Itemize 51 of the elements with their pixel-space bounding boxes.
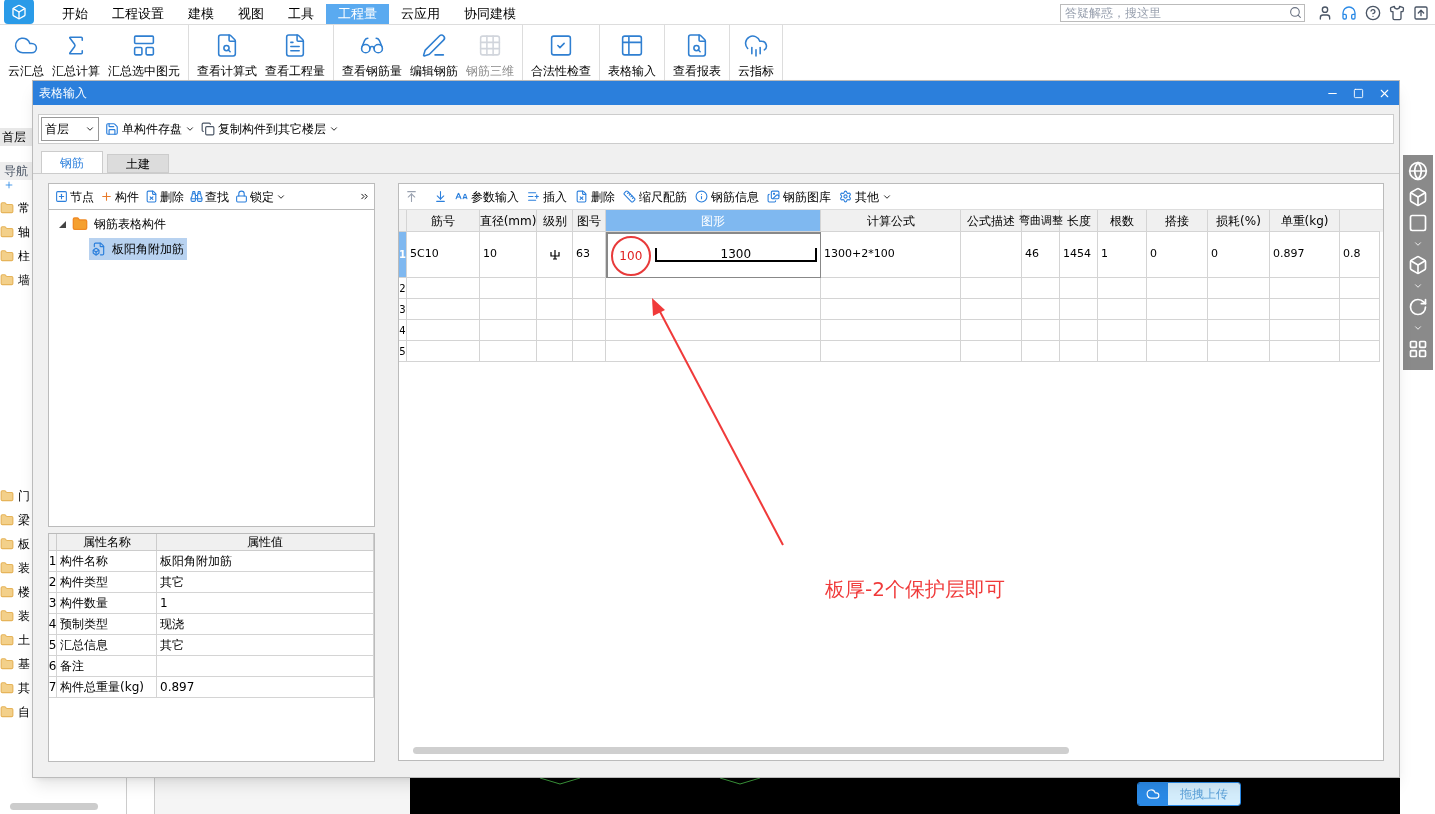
- table-cell: 构件数量: [57, 593, 157, 614]
- row-number: 3: [399, 299, 407, 320]
- table-cell: 1: [157, 593, 374, 614]
- column-header: 图形: [606, 210, 821, 232]
- table-cell: 46: [1022, 232, 1060, 278]
- column-header: 筋号: [407, 210, 480, 232]
- table-cell: 10: [480, 232, 537, 278]
- row-number: 3: [49, 593, 57, 614]
- column-header: 搭接: [1147, 210, 1208, 232]
- annotation-text: 板厚-2个保护层即可: [825, 576, 1005, 603]
- table-cell: 其它: [157, 635, 374, 656]
- table-cell: 0: [1208, 232, 1270, 278]
- row-number: 2: [49, 572, 57, 593]
- table-cell: 现浇: [157, 614, 374, 635]
- row-number: 6: [49, 656, 57, 677]
- table-cell: 汇总信息: [57, 635, 157, 656]
- table-cell: 5C10: [407, 232, 480, 278]
- row-number: 2: [399, 278, 407, 299]
- row-number: 5: [399, 341, 407, 362]
- table-cell: 板阳角附加筋: [157, 551, 374, 572]
- window-title: 表格输入: [39, 85, 87, 102]
- column-header: 损耗(%): [1208, 210, 1270, 232]
- table-cell: 0.8: [1340, 232, 1380, 278]
- table-cell: 1454: [1060, 232, 1098, 278]
- table-cell: 0.897: [157, 677, 374, 698]
- table-cell: 备注: [57, 656, 157, 677]
- table-cell: 构件类型: [57, 572, 157, 593]
- column-header: 级别: [537, 210, 573, 232]
- column-header: 根数: [1098, 210, 1147, 232]
- row-number: 4: [49, 614, 57, 635]
- table-cell: 1: [1098, 232, 1147, 278]
- row-number: 4: [399, 320, 407, 341]
- table-cell: 1300+2*100: [821, 232, 961, 278]
- column-header: 属性值: [157, 534, 374, 551]
- rebar-shape: 1300: [654, 247, 817, 262]
- column-header: 单重(kg): [1270, 210, 1340, 232]
- table-cell: 63: [573, 232, 606, 278]
- table-cell: 构件名称: [57, 551, 157, 572]
- row-number: 5: [49, 635, 57, 656]
- table-cell: 构件总重量(kg): [57, 677, 157, 698]
- row-number: 1: [399, 232, 407, 278]
- column-header: 直径(mm): [480, 210, 537, 232]
- column-header: 属性名称: [57, 534, 157, 551]
- table-cell: 0: [1147, 232, 1208, 278]
- row-number: 1: [49, 551, 57, 572]
- table-cell: 0.897: [1270, 232, 1340, 278]
- row-number: 7: [49, 677, 57, 698]
- column-header: 计算公式: [821, 210, 961, 232]
- table-cell: 其它: [157, 572, 374, 593]
- hook-length: 100: [611, 235, 651, 276]
- table-cell: 预制类型: [57, 614, 157, 635]
